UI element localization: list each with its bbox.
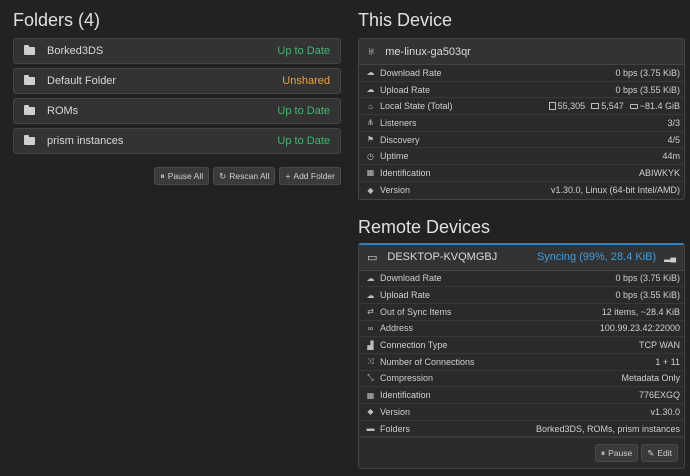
folder-name: Default Folder <box>47 75 117 87</box>
this-device-panel: ♅ me-linux-ga503qr ☁ Download Rate 0 bps… <box>358 38 685 200</box>
pause-device-button[interactable]: ⏸ Pause <box>594 444 639 463</box>
this-device-title: This Device <box>358 10 453 30</box>
folder-status: Up to Date <box>277 135 330 147</box>
folder-icon <box>24 45 35 55</box>
row-connection-type: ▟ Connection Type TCP WAN <box>359 337 684 354</box>
folder-item-prism-instances[interactable]: prism instances Up to Date <box>13 128 341 154</box>
pause-icon: ⏸ <box>600 448 606 459</box>
remote-device-actions: ⏸ Pause ✎ Edit <box>359 437 684 468</box>
refresh-icon: ↻ <box>219 171 227 181</box>
folder-item-borked3ds[interactable]: Borked3DS Up to Date <box>13 38 341 64</box>
remote-device-header[interactable]: ▭ DESKTOP-KVQMGBJ Syncing (99%, 28.4 KiB… <box>359 244 684 271</box>
folder-name: ROMs <box>47 105 79 117</box>
plus-icon: + <box>285 171 291 181</box>
out-of-sync-link[interactable]: 12 items, ~28.4 KiB <box>602 307 680 317</box>
cloud-download-icon: ☁ <box>366 68 375 78</box>
folder-icon: ▬ <box>366 424 375 434</box>
add-folder-button[interactable]: + Add Folder <box>279 167 341 185</box>
home-icon: ⌂ <box>368 101 373 111</box>
remote-device-name: DESKTOP-KVQMGBJ <box>387 251 498 263</box>
qrcode-icon: ▦ <box>366 168 375 178</box>
row-download-rate: ☁ Download Rate 0 bps (3.75 KiB) <box>359 271 684 288</box>
remote-devices-title: Remote Devices <box>358 216 491 237</box>
qrcode-icon: ▦ <box>366 390 375 400</box>
folder-status: Up to Date <box>277 105 330 117</box>
folder-icon <box>24 75 35 85</box>
row-version: ◆ Version v1.30.0, Linux (64-bit Intel/A… <box>367 185 680 196</box>
row-upload-rate: ☁ Upload Rate 0 bps (3.55 KiB) <box>359 287 684 304</box>
folder-name: Borked3DS <box>47 45 104 57</box>
row-folders: ▬ Folders Borked3DS, ROMs, prism instanc… <box>359 421 684 438</box>
this-device-name: me-linux-ga503qr <box>385 45 471 58</box>
cloud-download-icon: ☁ <box>366 273 375 283</box>
folders-actions: ⏸ Pause All ↻ Rescan All + Add Folder <box>13 167 341 185</box>
row-out-of-sync: ⇄ Out of Sync Items 12 items, ~28.4 KiB <box>359 304 684 321</box>
row-version: ◆ Version v1.30.0 <box>359 404 684 421</box>
folders-title: Folders (4) <box>13 10 101 30</box>
pause-icon: ⏸ <box>160 171 165 181</box>
device-icon: ♅ <box>367 45 376 58</box>
row-compression: ⤡ Compression Metadata Only <box>359 371 684 388</box>
file-icon <box>548 102 556 111</box>
row-listeners: ⋔ Listeners 3/3 <box>359 115 684 132</box>
row-discovery: ⚑ Discovery 4/5 <box>359 132 684 149</box>
pause-all-button[interactable]: ⏸ Pause All <box>154 167 210 185</box>
cloud-upload-icon: ☁ <box>366 290 375 300</box>
folder-name: prism instances <box>47 135 124 147</box>
row-download-rate: ☁ Download Rate 0 bps (3.75 KiB) <box>359 65 684 82</box>
row-identification: ▦ Identification 776EXGQ <box>359 387 684 404</box>
tag-icon: ◆ <box>367 407 374 417</box>
row-connections: ⤨ Number of Connections 1 + 11 <box>359 354 684 371</box>
cloud-upload-icon: ☁ <box>366 85 375 95</box>
random-icon: ⤨ <box>367 356 374 366</box>
devices-column: This Device ♅ me-linux-ga503qr ☁ Downloa… <box>358 0 685 470</box>
hdd-icon <box>629 104 638 110</box>
compress-icon: ⤡ <box>367 373 374 383</box>
row-identification: ▦ Identification ABIWKYK <box>359 165 684 182</box>
folder-icon <box>24 135 35 145</box>
folders-column: Folders (4) Borked3DS Up to Date Default… <box>13 0 341 185</box>
folder-status: Up to Date <box>277 45 330 57</box>
tag-icon: ◆ <box>367 185 374 195</box>
sync-status: Syncing (99%, 28.4 KiB) <box>536 251 657 263</box>
folder-icon <box>24 105 35 115</box>
identification-link[interactable]: ABIWKYK <box>639 168 680 178</box>
link-icon: ∞ <box>367 323 374 333</box>
local-state-values: 55,305 5,547 ~81.4 GiB <box>548 101 680 111</box>
edit-device-button[interactable]: ✎ Edit <box>641 444 678 463</box>
folder-status: Unshared <box>282 75 330 87</box>
signpost-icon: ⚑ <box>366 135 375 145</box>
clock-icon: ◷ <box>367 151 374 161</box>
sitemap-icon: ⋔ <box>367 118 374 128</box>
signal-icon: ▂▄ <box>664 252 676 262</box>
discovery-value[interactable]: 4/5 <box>667 135 680 145</box>
folder-item-roms[interactable]: ROMs Up to Date <box>13 98 341 124</box>
folder-item-default[interactable]: Default Folder Unshared <box>13 68 341 94</box>
signal-icon: ▟ <box>367 340 374 350</box>
row-local-state: ⌂ Local State (Total) 55,305 5,547 ~81.4… <box>359 98 684 116</box>
row-address: ∞ Address 100.99.23.42:22000 <box>359 321 684 338</box>
desktop-icon: ▭ <box>367 251 378 264</box>
pencil-icon: ✎ <box>647 448 655 459</box>
this-device-header[interactable]: ♅ me-linux-ga503qr <box>359 39 684 65</box>
remote-device-panel: ▭ DESKTOP-KVQMGBJ Syncing (99%, 28.4 KiB… <box>358 242 685 470</box>
remote-identification-link[interactable]: 776EXGQ <box>639 390 680 400</box>
exchange-icon: ⇄ <box>367 307 374 317</box>
folder-icon <box>591 103 600 110</box>
row-upload-rate: ☁ Upload Rate 0 bps (3.55 KiB) <box>359 82 684 99</box>
listeners-value[interactable]: 3/3 <box>667 118 680 128</box>
rescan-all-button[interactable]: ↻ Rescan All <box>213 167 276 185</box>
row-uptime: ◷ Uptime 44m <box>359 148 684 166</box>
